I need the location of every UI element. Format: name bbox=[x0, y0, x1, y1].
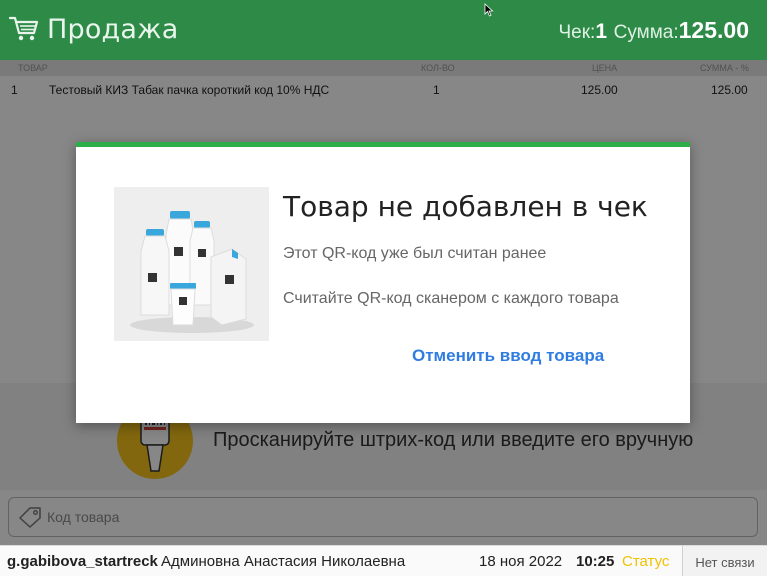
dialog-message: Этот QR-код уже был считан ранее bbox=[283, 245, 547, 262]
status-bar: g.gabibova_startreck Админовна Анастасия… bbox=[0, 545, 767, 576]
top-bar: Продажа Чек:1 Сумма:125.00 bbox=[0, 0, 767, 60]
status-button[interactable]: Статус bbox=[622, 553, 669, 570]
check-value: 1 bbox=[595, 20, 607, 43]
dialog-hint: Считайте QR-код сканером с каждого товар… bbox=[283, 290, 619, 307]
user-login: g.gabibova_startreck bbox=[7, 553, 158, 570]
sum-label: Сумма: bbox=[613, 22, 679, 43]
current-time: 10:25 bbox=[576, 553, 615, 570]
sum-value: 125.00 bbox=[678, 17, 749, 43]
error-dialog: Товар не добавлен в чек Этот QR-код уже … bbox=[76, 142, 690, 423]
dialog-title: Товар не добавлен в чек bbox=[283, 190, 648, 223]
receipt-total: Сумма:125.00 bbox=[614, 17, 749, 44]
check-number: Чек:1 bbox=[558, 20, 607, 44]
mouse-cursor-icon bbox=[484, 3, 494, 17]
shopping-cart-icon bbox=[9, 16, 39, 41]
connection-status: Нет связи bbox=[682, 546, 767, 576]
current-date: 18 ноя 2022 bbox=[479, 553, 563, 570]
check-label: Чек: bbox=[558, 22, 596, 43]
page-title: Продажа bbox=[47, 14, 179, 45]
cancel-item-entry-button[interactable]: Отменить ввод товара bbox=[412, 346, 604, 366]
milk-bottles-image bbox=[114, 187, 269, 341]
user-full-name: Админовна Анастасия Николаевна bbox=[161, 553, 406, 570]
